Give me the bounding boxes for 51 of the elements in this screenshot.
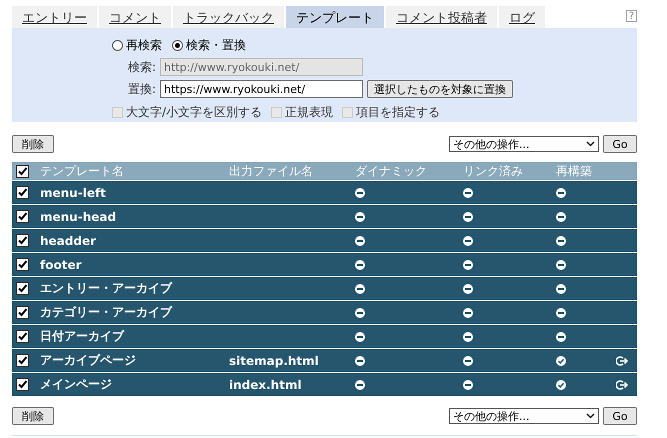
checkbox[interactable] [16, 210, 29, 223]
checkbox[interactable] [16, 186, 29, 199]
template-name[interactable]: headder [40, 234, 229, 248]
checkbox-label: 項目を指定する [356, 104, 440, 121]
template-name[interactable]: アーカイブページ [40, 352, 229, 369]
template-name[interactable]: menu-head [40, 210, 229, 224]
column-header: 出力ファイル名 [229, 162, 314, 180]
replace-button[interactable]: 選択したものを対象に置換 [367, 80, 513, 98]
action-select[interactable]: その他の操作... [449, 408, 599, 424]
radio-button[interactable] [172, 40, 183, 51]
publish-arrow-icon[interactable] [616, 380, 628, 390]
tab[interactable]: テンプレート [286, 6, 384, 28]
chevron-icon [586, 413, 595, 419]
tab[interactable]: トラックバック [173, 6, 284, 28]
replace-field[interactable]: https://www.ryokouki.net/ [160, 80, 363, 98]
go-button[interactable]: Go [603, 407, 637, 425]
column-header: 再構築 [556, 162, 593, 180]
template-name[interactable]: menu-left [40, 186, 229, 200]
action-select[interactable]: その他の操作... [449, 136, 599, 152]
go-button[interactable]: Go [603, 135, 637, 153]
field-label: 検索: [126, 58, 156, 76]
column-header: ダイナミック [355, 162, 428, 180]
template-name[interactable]: footer [40, 258, 229, 272]
tab[interactable]: コメント [99, 6, 171, 28]
publish-arrow-icon[interactable] [616, 356, 628, 366]
checkbox[interactable] [16, 234, 29, 247]
checkbox[interactable] [16, 164, 29, 178]
tab[interactable]: エントリー [12, 6, 97, 28]
field-label: 置換: [126, 80, 156, 98]
checkbox[interactable] [16, 330, 29, 343]
delete-button[interactable]: 削除 [12, 135, 54, 153]
radio-label: 再検索 [126, 37, 162, 54]
checkbox[interactable] [16, 282, 29, 295]
column-header: テンプレート名 [40, 162, 125, 180]
checkbox[interactable] [16, 306, 29, 319]
checkbox[interactable] [16, 354, 29, 367]
chevron-icon [586, 141, 595, 147]
checkbox[interactable] [16, 258, 29, 271]
delete-button[interactable]: 削除 [12, 407, 54, 425]
column-header: リンク済み [463, 162, 524, 180]
template-name[interactable]: メインページ [40, 376, 229, 393]
help-button[interactable]: ? [626, 10, 637, 22]
tab[interactable]: コメント投稿者 [386, 6, 497, 28]
radio-label: 検索・置換 [186, 37, 246, 54]
checkbox-label: 大文字/小文字を区別する [126, 104, 262, 121]
tab[interactable]: ログ [499, 6, 545, 28]
radio-button[interactable] [112, 40, 123, 51]
output-file: sitemap.html [229, 354, 320, 368]
checkbox[interactable] [16, 378, 29, 391]
output-file: index.html [229, 378, 303, 392]
checkbox-label: 正規表現 [285, 104, 334, 121]
